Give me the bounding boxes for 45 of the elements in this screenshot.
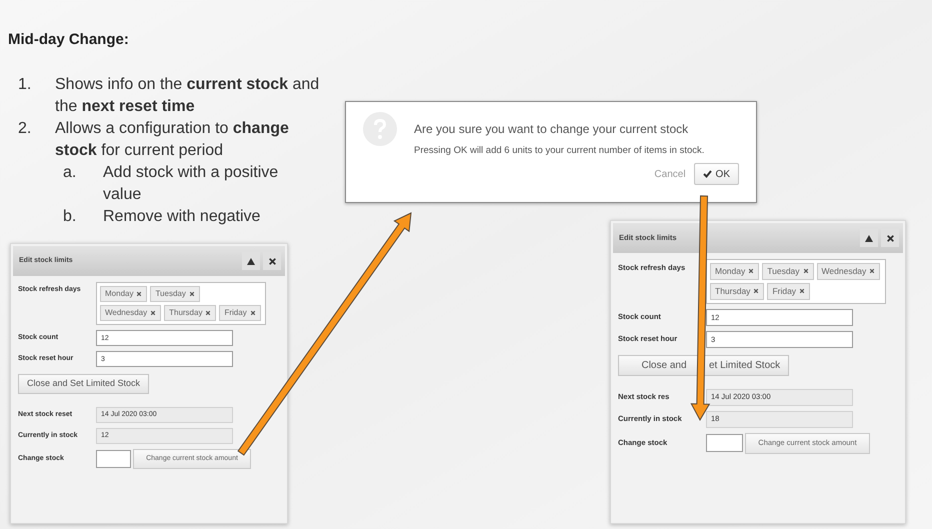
list-number: 1. [17,74,32,94]
close-button[interactable] [263,252,281,270]
remove-icon [150,310,156,316]
dialog-message: Pressing OK will add 6 units to your current number of items in stock. [414,144,704,158]
input-field[interactable] [706,434,743,452]
ok-button[interactable]: OK [694,163,739,186]
remove-icon [869,268,876,274]
day-tag: Friday [767,282,810,300]
days-select[interactable]: Monday Tuesday Wednesday Thursday Friday [706,259,886,304]
collapse-button[interactable] [860,229,878,247]
dialog-title: Are you sure you want to change your current stock [414,121,690,138]
day-tag: Tuesday [762,263,814,280]
close-icon [886,234,894,242]
remove-icon [250,310,256,316]
days-select[interactable]: Monday Tuesday Wednesday Thursday Friday [96,282,266,325]
triangle-up-icon [865,234,873,242]
remove-icon [136,291,142,297]
input-field[interactable] [96,450,131,468]
list-letter: a. [62,162,78,182]
set-stock-button[interactable]: Close and et Limited Stock [618,354,790,376]
collapse-button[interactable] [242,252,260,270]
day-tag: Thursday [164,305,216,321]
remove-icon [802,268,809,274]
remove-icon [188,291,195,297]
day-tag: Tuesday [150,286,200,302]
day-tag: Monday [100,286,148,302]
checkmark-icon [702,170,712,178]
day-tag: Monday [710,263,760,280]
list-letter: b. [62,206,78,226]
list-text: Remove with negative [103,206,262,226]
remove-icon [799,288,806,294]
day-tag: Wednesday [816,263,880,280]
list-number: 2. [17,118,32,138]
close-icon [268,258,276,264]
remove-icon [205,310,212,316]
list-text: Add stock with a positive value [103,162,280,204]
remove-icon [748,268,754,274]
set-stock-button[interactable]: Close and Set Limited Stock [18,374,150,394]
triangle-up-icon [247,258,255,264]
slide-title: Mid-day Change: [8,30,130,50]
day-tag: Friday [219,305,261,321]
remove-icon [753,288,760,294]
close-button[interactable] [881,229,899,247]
day-tag: Thursday [710,282,764,300]
day-tag: Wednesday [100,305,162,321]
